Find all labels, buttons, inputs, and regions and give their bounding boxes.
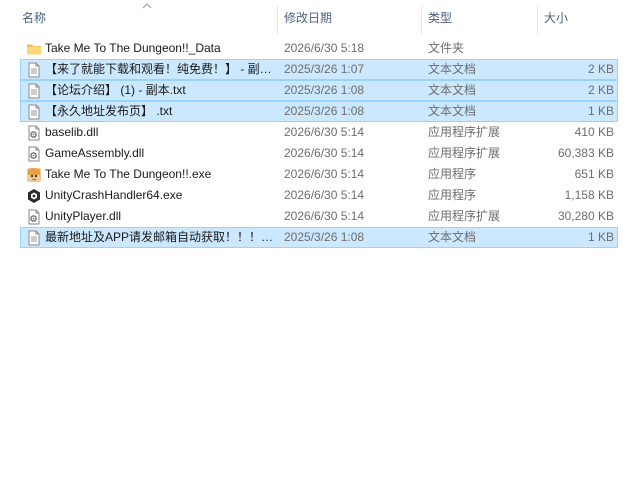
file-modified-date: 2026/6/30 5:18 — [284, 41, 365, 55]
file-size: 60,383 KB — [557, 146, 614, 160]
file-name: Take Me To The Dungeon!!.exe — [45, 167, 212, 181]
file-name: baselib.dll — [45, 125, 99, 139]
file-row[interactable]: baselib.dll 2026/6/30 5:14 应用程序扩展 410 KB — [20, 122, 618, 143]
file-type: 文本文档 — [428, 62, 477, 76]
file-size: 651 KB — [574, 167, 614, 181]
file-name: UnityPlayer.dll — [45, 209, 122, 223]
file-row[interactable]: 【论坛介绍】 (1) - 副本.txt 2025/3/26 1:08 文本文档 2 K… — [20, 80, 618, 101]
file-row[interactable]: GameAssembly.dll 2026/6/30 5:14 应用程序扩展 60,3… — [20, 143, 618, 164]
text-file-icon — [26, 62, 42, 78]
column-header-size[interactable]: 大小 — [539, 0, 619, 36]
file-modified-date: 2026/6/30 5:14 — [284, 188, 365, 202]
file-name: 【永久地址发布页】 .txt — [45, 104, 173, 118]
column-divider[interactable] — [277, 6, 278, 34]
text-file-icon — [26, 83, 42, 99]
file-row[interactable]: UnityCrashHandler64.exe 2026/6/30 5:14 应用程… — [20, 185, 618, 206]
file-name-cell: baselib.dll — [24, 123, 276, 142]
file-type: 应用程序扩展 — [428, 209, 501, 223]
column-header-name[interactable]: 名称 — [17, 0, 277, 36]
text-file-icon — [26, 230, 42, 246]
file-type: 应用程序扩展 — [428, 146, 501, 160]
file-size: 30,280 KB — [557, 209, 614, 223]
file-name-cell: 【来了就能下载和观看！纯免费！】 - 副本.txt — [24, 60, 276, 79]
file-name-cell: UnityPlayer.dll — [24, 207, 276, 226]
column-divider[interactable] — [421, 6, 422, 34]
file-row[interactable]: 最新地址及APP请发邮箱自动获取！！！.txt 2025/3/26 1:08 文本文… — [20, 227, 618, 248]
file-type: 应用程序 — [428, 167, 477, 181]
file-size — [541, 39, 614, 58]
column-header-date[interactable]: 修改日期 — [279, 0, 421, 36]
column-header-type[interactable]: 类型 — [423, 0, 537, 36]
file-row[interactable]: Take Me To The Dungeon!!.exe 2026/6/30 5:… — [20, 164, 618, 185]
file-size: 410 KB — [574, 125, 614, 139]
dll-file-icon — [26, 146, 42, 162]
dll-file-icon — [26, 125, 42, 141]
game-exe-icon — [26, 167, 42, 183]
unity-exe-icon — [26, 188, 42, 204]
file-size: 2 KB — [587, 83, 614, 97]
file-row[interactable]: 【永久地址发布页】 .txt 2025/3/26 1:08 文本文档 1 KB — [20, 101, 618, 122]
file-name-cell: Take Me To The Dungeon!!.exe — [24, 165, 276, 184]
file-name-cell: GameAssembly.dll — [24, 144, 276, 163]
file-name: 最新地址及APP请发邮箱自动获取！！！.txt — [45, 230, 275, 244]
file-modified-date: 2025/3/26 1:08 — [284, 83, 365, 97]
file-name-cell: 【论坛介绍】 (1) - 副本.txt — [24, 81, 276, 100]
file-name: Take Me To The Dungeon!!_Data — [45, 41, 221, 55]
folder-icon — [26, 41, 42, 57]
column-divider[interactable] — [537, 6, 538, 34]
file-name: GameAssembly.dll — [45, 146, 145, 160]
file-modified-date: 2025/3/26 1:07 — [284, 62, 365, 76]
file-type: 文本文档 — [428, 104, 477, 118]
file-type: 应用程序扩展 — [428, 125, 501, 139]
file-modified-date: 2025/3/26 1:08 — [284, 104, 365, 118]
file-size: 1 KB — [587, 104, 614, 118]
file-row[interactable]: UnityPlayer.dll 2026/6/30 5:14 应用程序扩展 30,28… — [20, 206, 618, 227]
file-modified-date: 2026/6/30 5:14 — [284, 209, 365, 223]
file-name: 【论坛介绍】 (1) - 副本.txt — [45, 83, 186, 97]
file-name-cell: Take Me To The Dungeon!!_Data — [24, 39, 276, 58]
file-size: 1 KB — [587, 230, 614, 244]
file-name-cell: 【永久地址发布页】 .txt — [24, 102, 276, 121]
dll-file-icon — [26, 209, 42, 225]
file-type: 应用程序 — [428, 188, 477, 202]
column-header-bar: 名称 修改日期 类型 大小 — [0, 0, 625, 36]
file-row[interactable]: 【来了就能下载和观看！纯免费！】 - 副本.txt 2025/3/26 1:07 文… — [20, 59, 618, 80]
file-size: 1,158 KB — [564, 188, 614, 202]
file-modified-date: 2025/3/26 1:08 — [284, 230, 365, 244]
file-name: 【来了就能下载和观看！纯免费！】 - 副本.txt — [45, 62, 275, 76]
file-row[interactable]: Take Me To The Dungeon!!_Data 2026/6/30 5… — [20, 38, 618, 59]
file-modified-date: 2026/6/30 5:14 — [284, 125, 365, 139]
text-file-icon — [26, 104, 42, 120]
file-type: 文件夹 — [428, 41, 465, 55]
file-type: 文本文档 — [428, 230, 477, 244]
file-name: UnityCrashHandler64.exe — [45, 188, 183, 202]
file-size: 2 KB — [587, 62, 614, 76]
file-name-cell: UnityCrashHandler64.exe — [24, 186, 276, 205]
file-modified-date: 2026/6/30 5:14 — [284, 146, 365, 160]
file-list-view: 名称 修改日期 类型 大小 Take Me To The Dungeon!!_D… — [0, 0, 625, 479]
file-modified-date: 2026/6/30 5:14 — [284, 167, 365, 181]
file-type: 文本文档 — [428, 83, 477, 97]
file-name-cell: 最新地址及APP请发邮箱自动获取！！！.txt — [24, 228, 276, 247]
